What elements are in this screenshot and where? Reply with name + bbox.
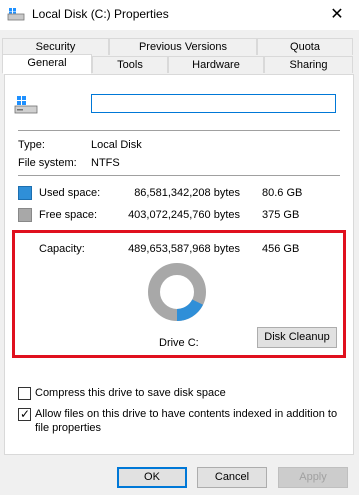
free-space-bytes: 403,072,245,760 bytes: [128, 209, 240, 221]
type-label: Type:: [18, 139, 45, 151]
tab-general[interactable]: General: [2, 54, 92, 74]
drive-label: Drive C:: [159, 337, 199, 349]
title-bar: Local Disk (C:) Properties ✕: [0, 0, 359, 30]
used-space-swatch: [18, 186, 32, 200]
index-label-line2: file properties: [35, 422, 102, 434]
checkmark-icon: ✓: [20, 407, 31, 421]
free-space-label: Free space:: [39, 209, 98, 221]
apply-button: Apply: [278, 467, 348, 488]
used-space-label: Used space:: [39, 187, 101, 199]
used-space-gb: 80.6 GB: [262, 187, 303, 199]
free-space-gb: 375 GB: [262, 209, 300, 221]
used-space-bytes: 86,581,342,208 bytes: [134, 187, 240, 199]
tab-hardware[interactable]: Hardware: [168, 56, 264, 73]
drive-name-input[interactable]: [91, 94, 336, 113]
disk-cleanup-button[interactable]: Disk Cleanup: [257, 327, 337, 348]
index-label-line1: Allow files on this drive to have conten…: [35, 408, 338, 420]
divider: [18, 130, 340, 131]
compress-label: Compress this drive to save disk space: [35, 387, 226, 399]
file-system-label: File system:: [18, 157, 77, 169]
file-system-value: NTFS: [91, 157, 120, 169]
ok-button[interactable]: OK: [117, 467, 187, 488]
tab-quota[interactable]: Quota: [257, 38, 353, 55]
divider: [18, 175, 340, 176]
tab-sharing[interactable]: Sharing: [264, 56, 353, 73]
tab-security[interactable]: Security: [2, 38, 109, 55]
close-button[interactable]: ✕: [315, 0, 359, 30]
tab-tools[interactable]: Tools: [92, 56, 168, 73]
cancel-button[interactable]: Cancel: [197, 467, 267, 488]
disk-usage-donut: [148, 263, 206, 321]
compress-checkbox[interactable]: [18, 387, 31, 400]
drive-icon: [7, 8, 25, 21]
capacity-label: Capacity:: [39, 243, 85, 255]
close-icon: ✕: [330, 6, 344, 23]
capacity-bytes: 489,653,587,968 bytes: [128, 243, 240, 255]
index-checkbox[interactable]: ✓: [18, 407, 31, 421]
tab-previous-versions[interactable]: Previous Versions: [109, 38, 257, 55]
type-value: Local Disk: [91, 139, 142, 151]
drive-icon: [14, 96, 38, 114]
window-title: Local Disk (C:) Properties: [32, 7, 169, 21]
free-space-swatch: [18, 208, 32, 222]
capacity-gb: 456 GB: [262, 243, 300, 255]
